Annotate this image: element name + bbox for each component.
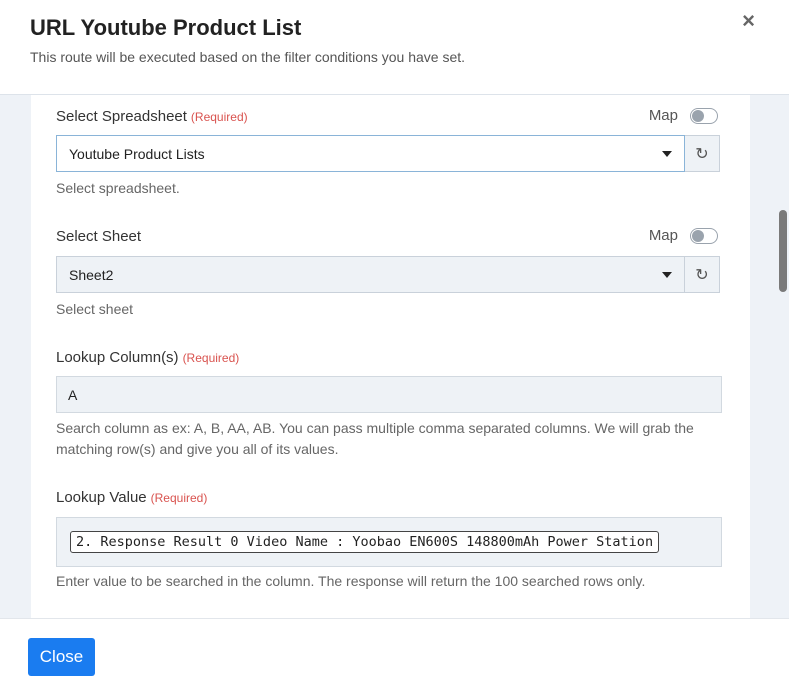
sheet-help: Select sheet	[56, 301, 134, 317]
lookup-column-help: Search column as ex: A, B, AA, AB. You c…	[56, 420, 694, 457]
lookup-value-label: Lookup Value (Required)	[56, 489, 207, 506]
lookup-column-field: Lookup Column(s) (Required) A Search colu…	[56, 345, 722, 465]
modal-footer: Close	[0, 618, 789, 693]
lookup-value-input[interactable]: 2. Response Result 0 Video Name : Yoobao…	[56, 517, 722, 567]
spreadsheet-field: Select Spreadsheet (Required) Map Youtube…	[56, 95, 722, 205]
chevron-down-icon	[662, 150, 672, 157]
map-label: Map	[648, 107, 678, 124]
map-toggle[interactable]	[690, 227, 718, 244]
modal-body: Select Spreadsheet (Required) Map Youtube…	[0, 95, 789, 618]
required-badge: (Required)	[182, 351, 240, 365]
spreadsheet-label-text: Select Spreadsheet	[56, 108, 187, 125]
close-icon[interactable]: ×	[742, 8, 755, 34]
sheet-label: Select Sheet	[56, 228, 142, 245]
mapped-variable-chip[interactable]: 2. Response Result 0 Video Name : Yoobao…	[70, 531, 660, 553]
spreadsheet-label: Select Spreadsheet (Required)	[56, 108, 248, 125]
map-toggle[interactable]	[690, 107, 718, 124]
lookup-column-label: Lookup Column(s) (Required)	[56, 349, 239, 366]
required-badge: (Required)	[190, 110, 248, 124]
refresh-button[interactable]: ↻	[685, 135, 720, 172]
spreadsheet-select-value: Youtube Product Lists	[69, 145, 205, 162]
lookup-value-field: Lookup Value (Required) 2. Response Resul…	[56, 485, 722, 605]
modal-header: URL Youtube Product List This route will…	[0, 0, 789, 95]
modal-subtitle: This route will be executed based on the…	[30, 49, 466, 65]
lookup-column-input[interactable]: A	[56, 376, 722, 413]
required-badge: (Required)	[150, 491, 208, 505]
sheet-select[interactable]: Sheet2	[56, 256, 685, 293]
scrollbar[interactable]	[777, 95, 789, 618]
spreadsheet-help: Select spreadsheet.	[56, 180, 180, 196]
close-button[interactable]: Close	[28, 638, 95, 676]
sheet-map: Map	[649, 227, 718, 244]
lookup-value-label-text: Lookup Value	[56, 489, 147, 506]
lookup-column-label-text: Lookup Column(s)	[56, 349, 179, 366]
spreadsheet-map: Map	[649, 107, 718, 124]
lookup-column-value: A	[68, 386, 78, 403]
refresh-icon: ↻	[695, 266, 709, 284]
lookup-value-help: Enter value to be searched in the column…	[56, 573, 646, 589]
sheet-select-value: Sheet2	[69, 266, 114, 283]
chevron-down-icon	[662, 271, 672, 278]
route-modal: URL Youtube Product List This route will…	[0, 0, 789, 693]
scrollbar-thumb[interactable]	[779, 210, 787, 292]
map-label: Map	[648, 227, 678, 244]
refresh-button[interactable]: ↻	[685, 256, 720, 293]
modal-title: URL Youtube Product List	[30, 15, 302, 40]
refresh-icon: ↻	[695, 145, 709, 163]
sheet-field: Select Sheet Map Sheet2 ↻ Select sheet	[56, 215, 722, 325]
spreadsheet-select[interactable]: Youtube Product Lists	[56, 135, 685, 172]
